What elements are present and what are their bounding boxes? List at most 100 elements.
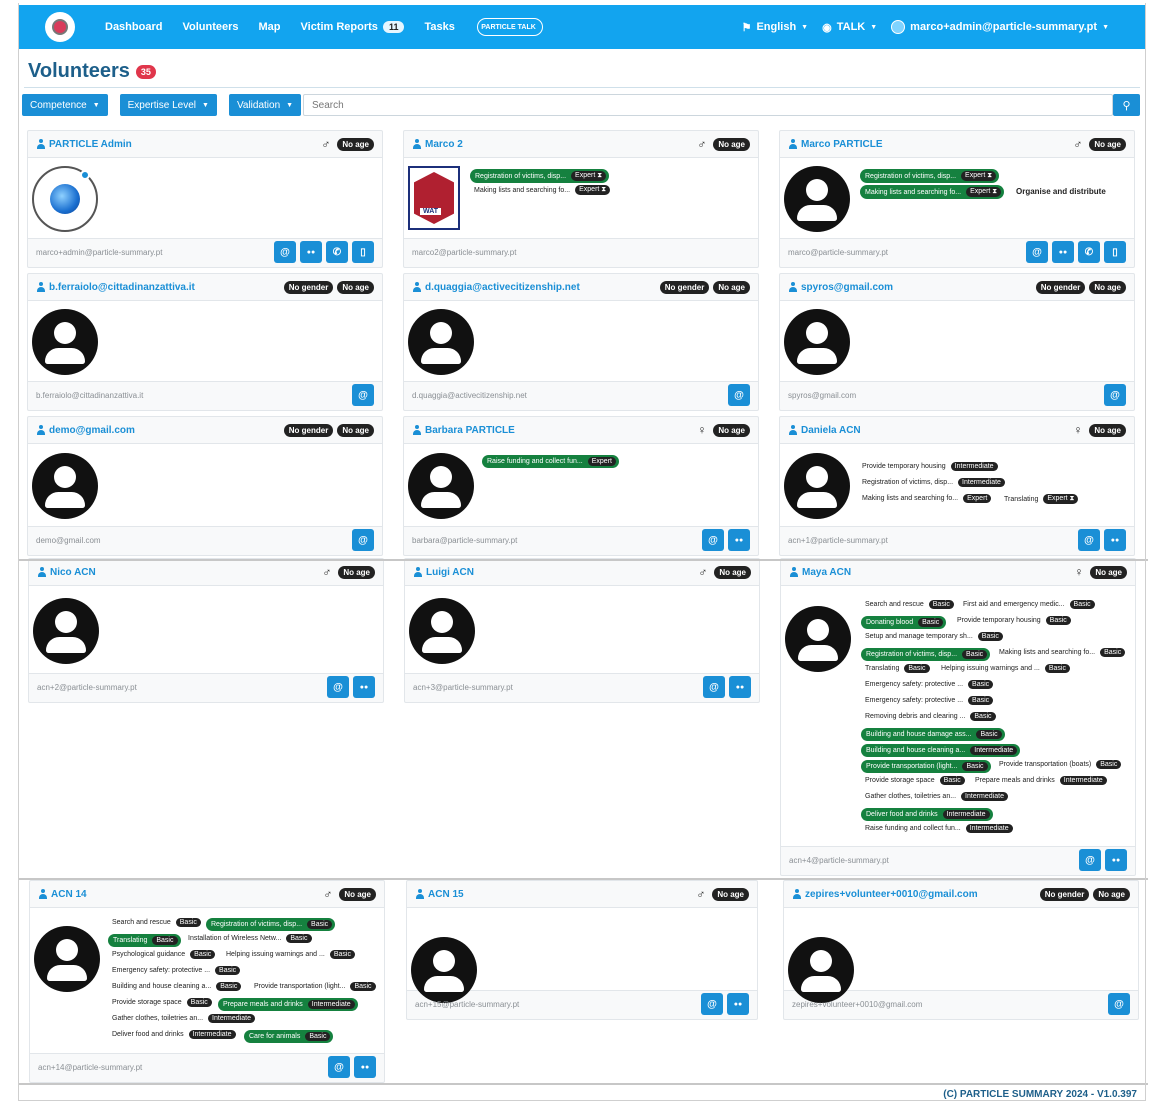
skill-level-badge: Basic <box>190 950 216 959</box>
nav-victim-reports[interactable]: Victim Reports 11 <box>301 21 405 33</box>
gender-icon: ♀ <box>1074 565 1084 579</box>
gender-icon: ♂ <box>321 137 331 151</box>
card-body <box>28 157 382 239</box>
search-input[interactable]: Search <box>303 94 1113 116</box>
email-button[interactable]: @ <box>1108 993 1130 1015</box>
card-body: Provide temporary housing Intermediate Reg… <box>780 443 1134 527</box>
volunteer-name[interactable]: demo@gmail.com <box>36 425 135 436</box>
email-button[interactable]: @ <box>701 993 723 1015</box>
phone-button[interactable]: ✆ <box>326 241 348 263</box>
skill-level-badge: Basic <box>1096 760 1122 769</box>
skill-level-badge: Basic <box>186 998 212 1007</box>
avatar <box>32 453 98 519</box>
age-badge: No age <box>712 887 749 901</box>
email-button[interactable]: @ <box>327 676 349 698</box>
volunteer-name[interactable]: Maya ACN <box>789 567 851 578</box>
user-icon <box>788 282 798 292</box>
chat-button[interactable]: ●● <box>1104 529 1126 551</box>
volunteer-email: acn+2@particle-summary.pt <box>37 682 137 692</box>
expertise-filter[interactable]: Expertise Level ▼ <box>119 94 217 116</box>
card-body <box>29 585 383 674</box>
volunteer-name[interactable]: Barbara PARTICLE <box>412 425 515 436</box>
skill-level-badge: Basic <box>215 966 241 975</box>
email-button[interactable]: @ <box>274 241 296 263</box>
chevron-down-icon: ▼ <box>801 23 809 31</box>
volunteer-name[interactable]: Nico ACN <box>37 567 96 578</box>
volunteer-email: acn+1@particle-summary.pt <box>788 535 888 545</box>
skill-name: Gather clothes, toiletries an... <box>112 1015 204 1022</box>
volunteer-name[interactable]: PARTICLE Admin <box>36 139 132 150</box>
volunteer-email: marco2@particle-summary.pt <box>412 247 517 257</box>
mobile-button[interactable]: ▯ <box>352 241 374 263</box>
chat-button[interactable]: ●● <box>354 1056 376 1078</box>
skill-level-badge: Basic <box>152 936 178 945</box>
nav-map[interactable]: Map <box>259 21 281 33</box>
volunteer-name[interactable]: d.quaggia@activecitizenship.net <box>412 282 580 293</box>
chat-icon: ●● <box>734 536 744 544</box>
nav-tasks[interactable]: Tasks <box>424 21 454 33</box>
skill-level-badge: Intermediate <box>961 792 1008 801</box>
chat-button[interactable]: ●● <box>727 993 749 1015</box>
email-button[interactable]: @ <box>1104 384 1126 406</box>
skill-name: Provide temporary housing <box>957 617 1041 624</box>
skill-level-badge: Basic <box>216 982 242 991</box>
skill-name: Provide transportation (light... <box>254 983 346 990</box>
phone-button[interactable]: ✆ <box>1078 241 1100 263</box>
volunteer-name[interactable]: Luigi ACN <box>413 567 474 578</box>
chat-button[interactable]: ●● <box>300 241 322 263</box>
email-button[interactable]: @ <box>1079 849 1101 871</box>
chat-button[interactable]: ●● <box>353 676 375 698</box>
volunteer-name[interactable]: ACN 14 <box>38 889 87 900</box>
gender-badge: No gender <box>283 423 334 437</box>
user-menu[interactable]: marco+admin@particle-summary.pt ▼ <box>891 20 1109 34</box>
email-button[interactable]: @ <box>1078 529 1100 551</box>
competence-filter[interactable]: Competence ▼ <box>22 94 108 116</box>
email-button[interactable]: @ <box>703 676 725 698</box>
skill-name: Provide transportation (light... <box>866 763 958 770</box>
email-button[interactable]: @ <box>352 529 374 551</box>
volunteer-name-text: Barbara PARTICLE <box>425 424 515 436</box>
volunteer-name[interactable]: b.ferraiolo@cittadinanzattiva.it <box>36 282 195 293</box>
nav-dashboard[interactable]: Dashboard <box>105 21 162 33</box>
volunteer-name[interactable]: Marco PARTICLE <box>788 139 883 150</box>
mobile-button[interactable]: ▯ <box>1104 241 1126 263</box>
volunteer-name[interactable]: zepires+volunteer+0010@gmail.com <box>792 889 978 900</box>
email-button[interactable]: @ <box>702 529 724 551</box>
volunteer-name[interactable]: Daniela ACN <box>788 425 861 436</box>
volunteer-name-text: Luigi ACN <box>426 566 474 578</box>
skill-level-badge: Basic <box>976 730 1002 739</box>
volunteer-name[interactable]: spyros@gmail.com <box>788 282 893 293</box>
app-logo[interactable] <box>45 12 75 42</box>
chat-button[interactable]: ●● <box>729 676 751 698</box>
flag-icon: ⚑ <box>741 21 752 34</box>
volunteer-name[interactable]: ACN 15 <box>415 889 464 900</box>
volunteer-email: acn+14@particle-summary.pt <box>38 1062 143 1072</box>
chevron-down-icon: ▼ <box>202 101 209 109</box>
email-button[interactable]: @ <box>1026 241 1048 263</box>
volunteer-name[interactable]: Marco 2 <box>412 139 463 150</box>
skill-level-badge: Basic <box>977 632 1003 641</box>
chat-button[interactable]: ●● <box>1052 241 1074 263</box>
email-button[interactable]: @ <box>328 1056 350 1078</box>
language-dropdown[interactable]: ⚑ English ▼ <box>742 21 809 34</box>
age-badge: No age <box>1090 565 1127 579</box>
email-icon: @ <box>1110 389 1120 401</box>
gender-icon: ♂ <box>1073 137 1083 151</box>
chat-button[interactable]: ●● <box>1105 849 1127 871</box>
skill-level-badge: Intermediate <box>1059 776 1107 785</box>
particle-talk-logo[interactable]: PARTICLE TALK <box>476 18 543 36</box>
skill-level-badge: Expert ⧗ <box>966 187 1002 197</box>
nav-volunteers[interactable]: Volunteers <box>182 21 238 33</box>
email-button[interactable]: @ <box>728 384 750 406</box>
validation-filter[interactable]: Validation ▼ <box>228 94 302 116</box>
skill-level-badge: Basic <box>968 696 994 705</box>
skill-name: Building and house cleaning a... <box>112 983 212 990</box>
search-button[interactable]: ⚲ <box>1113 94 1140 116</box>
chat-button[interactable]: ●● <box>728 529 750 551</box>
user-icon <box>412 282 422 292</box>
skill-chip: Deliver food and drinks Intermediate <box>861 808 993 821</box>
email-button[interactable]: @ <box>352 384 374 406</box>
talk-dropdown[interactable]: ◉ TALK ▼ <box>822 21 877 34</box>
avatar <box>784 309 850 375</box>
logo-text: WAT <box>420 208 442 215</box>
